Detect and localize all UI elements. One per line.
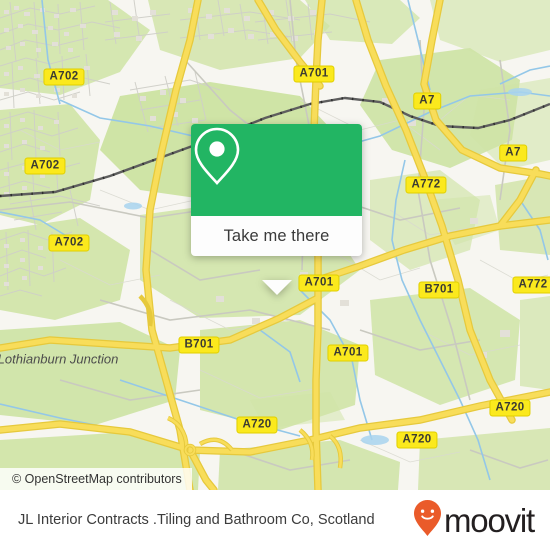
map-attribution[interactable]: © OpenStreetMap contributors	[0, 468, 192, 490]
popup-marker-panel	[191, 124, 362, 216]
take-me-there-label: Take me there	[223, 226, 330, 245]
map-canvas[interactable]: A702 A702 A702 A701 A7 A7 A772 A701 B701…	[0, 0, 550, 490]
road-shield: A702	[24, 157, 66, 175]
road-shield: A701	[298, 274, 340, 292]
road-shield: A720	[396, 431, 438, 449]
road-shield: A7	[413, 92, 441, 110]
map-screenshot: A702 A702 A702 A701 A7 A7 A772 A701 B701…	[0, 0, 550, 550]
road-shield: A720	[489, 399, 531, 417]
location-popup[interactable]: Take me there	[191, 124, 362, 295]
moovit-pin-smiley-icon	[413, 499, 442, 542]
footer-bar: JL Interior Contracts .Tiling and Bathro…	[0, 490, 550, 550]
road-shield: A7	[499, 144, 527, 162]
road-shield: A701	[293, 65, 335, 83]
road-shield: B701	[178, 336, 220, 354]
road-shield: A772	[512, 276, 550, 294]
road-shield: A720	[236, 416, 278, 434]
moovit-logo[interactable]: moovit	[413, 499, 535, 542]
popup-tail	[261, 280, 292, 295]
take-me-there-button[interactable]: Take me there	[191, 216, 362, 256]
location-title: JL Interior Contracts .Tiling and Bathro…	[18, 511, 375, 528]
road-shield: A702	[43, 68, 85, 86]
road-shield: A702	[48, 234, 90, 252]
road-shield: A701	[327, 344, 369, 362]
road-shield: B701	[418, 281, 460, 299]
moovit-wordmark: moovit	[444, 501, 535, 539]
place-label-lothianburn-junction: Lothianburn Junction	[0, 351, 119, 367]
road-shield: A772	[405, 176, 447, 194]
